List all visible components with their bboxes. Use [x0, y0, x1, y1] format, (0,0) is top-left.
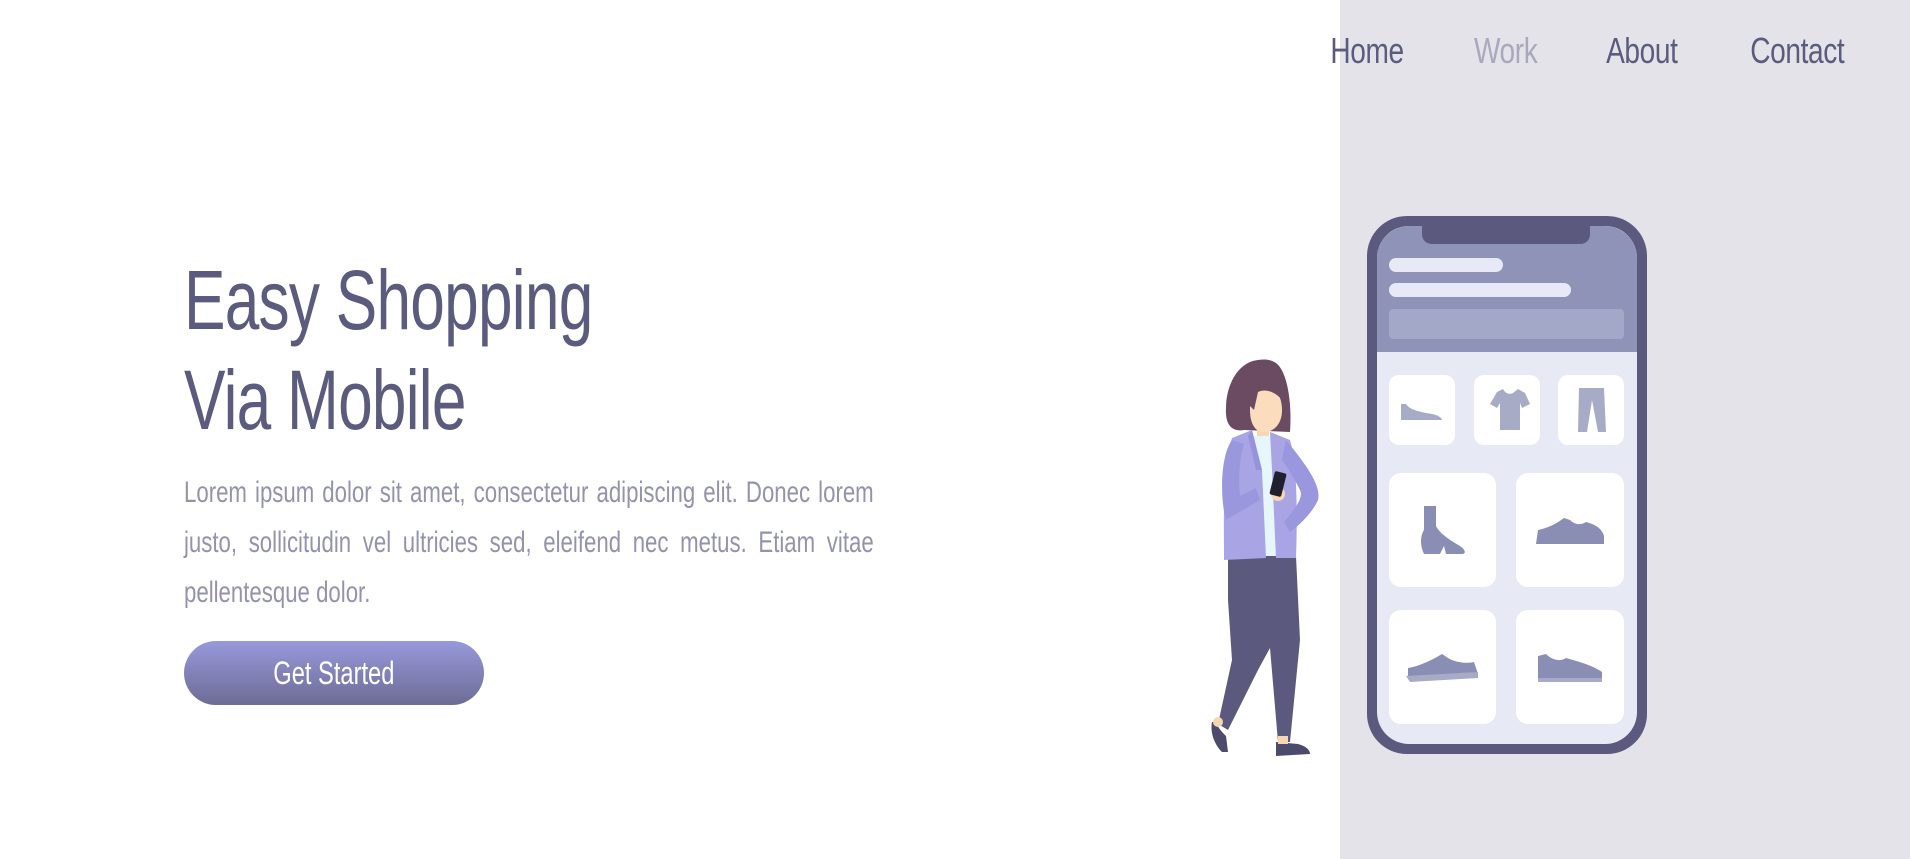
top-nav: Home Work About Contact: [1320, 30, 1858, 72]
nav-work[interactable]: Work: [1473, 30, 1537, 72]
get-started-label: Get Started: [273, 654, 395, 691]
nav-contact[interactable]: Contact: [1751, 30, 1845, 72]
hero: Easy Shopping Via Mobile Lorem ipsum dol…: [184, 250, 874, 618]
hero-title: Easy Shopping Via Mobile: [184, 250, 695, 450]
hero-description: Lorem ipsum dolor sit amet, consectetur …: [184, 476, 874, 609]
get-started-button[interactable]: Get Started: [184, 641, 484, 705]
nav-about[interactable]: About: [1606, 30, 1678, 72]
woman-illustration: [1211, 359, 1319, 756]
hero-title-line2: Via Mobile: [184, 353, 466, 447]
hero-title-line1: Easy Shopping: [184, 253, 593, 347]
right-panel: Home Work About Contact: [1331, 0, 1910, 859]
nav-home[interactable]: Home: [1331, 30, 1405, 72]
